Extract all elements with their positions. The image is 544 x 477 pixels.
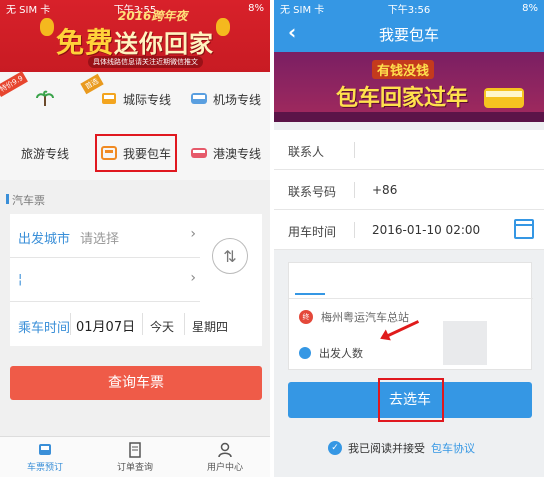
chevron-right-icon: › bbox=[190, 226, 196, 242]
highlight-box bbox=[95, 134, 177, 172]
placeholder-box bbox=[443, 321, 487, 365]
charter-banner[interactable]: 有钱没钱 包车回家过年 bbox=[274, 52, 544, 122]
promo-banner[interactable]: 无 SIM 卡 下午3:55 8% 2016跨年夜 免费送你回家 具体线路信息请… bbox=[0, 0, 270, 72]
date-value: 01月07日 bbox=[76, 320, 136, 335]
divider bbox=[354, 222, 355, 238]
right-phone-screen: 无 SIM 卡 下午3:56 8% ‹ 我要包车 有钱没钱 包车回家过年 联系人… bbox=[274, 0, 544, 477]
banner-headline: 包车回家过年 bbox=[336, 86, 469, 111]
bus-window bbox=[486, 91, 522, 97]
contact-label: 联系人 bbox=[288, 145, 325, 159]
service-label: 旅游专线 bbox=[20, 146, 69, 161]
people-label: 出发人数 bbox=[319, 347, 363, 360]
divider bbox=[142, 313, 143, 335]
service-intercity[interactable]: 城际专线 bbox=[90, 72, 180, 126]
tab-label: 车票预订 bbox=[26, 463, 63, 473]
banner-headline: 免费送你回家 bbox=[0, 21, 270, 61]
banner-note: 具体线路信息请关注近期微信推文 bbox=[88, 56, 203, 68]
tab-label: 用户中心 bbox=[206, 463, 243, 473]
tab-label: 订单查询 bbox=[116, 463, 153, 473]
service-airport[interactable]: 机场专线 bbox=[180, 72, 270, 126]
query-tickets-button[interactable]: 查询车票 bbox=[10, 366, 262, 400]
date-label: 乘车时间 bbox=[18, 321, 71, 336]
header-bar: 无 SIM 卡 下午3:56 8% ‹ 我要包车 bbox=[274, 0, 544, 52]
divider bbox=[354, 182, 355, 198]
phone-value: +86 bbox=[372, 183, 398, 197]
divider bbox=[184, 313, 185, 335]
status-time: 下午3:56 bbox=[387, 4, 431, 16]
carrier-text: 无 SIM 卡 bbox=[6, 4, 51, 16]
charter-agreement-link[interactable]: 包车协议 bbox=[431, 440, 475, 456]
page-title: 我要包车 bbox=[378, 26, 439, 44]
calendar-icon[interactable] bbox=[514, 219, 534, 239]
checkmark-icon[interactable]: ✓ bbox=[328, 441, 342, 455]
banner-headline-rest: 送你回家 bbox=[114, 30, 214, 58]
weekday-label: 星期四 bbox=[192, 320, 229, 334]
passenger-count-row[interactable]: 出发人数 bbox=[299, 345, 363, 361]
from-city-label: 出发城市 bbox=[18, 232, 71, 247]
service-hk-macau[interactable]: 港澳专线 bbox=[180, 126, 270, 180]
tab-user-center[interactable]: 用户中心 bbox=[180, 437, 270, 477]
chevron-right-icon: › bbox=[190, 270, 196, 286]
phone-row[interactable]: 联系号码 +86 bbox=[274, 170, 544, 210]
section-label: 汽车票 bbox=[12, 194, 45, 207]
divider bbox=[289, 298, 533, 299]
left-phone-screen: 无 SIM 卡 下午3:55 8% 2016跨年夜 免费送你回家 具体线路信息请… bbox=[0, 0, 270, 477]
document-icon bbox=[129, 442, 141, 458]
divider bbox=[70, 313, 71, 335]
person-icon bbox=[299, 347, 311, 359]
palm-tree-icon bbox=[36, 90, 54, 106]
charter-form: 联系人 联系号码 +86 用车时间 2016-01-10 02:00 bbox=[274, 130, 544, 250]
service-palm[interactable] bbox=[0, 72, 90, 126]
time-label: 用车时间 bbox=[288, 225, 337, 239]
service-label: 机场专线 bbox=[212, 92, 261, 107]
bus-ticket-icon bbox=[39, 444, 51, 455]
user-icon bbox=[218, 442, 232, 458]
station-name: 梅州粤运汽车总站 bbox=[321, 311, 409, 324]
phone-label: 联系号码 bbox=[288, 185, 337, 199]
agreement-row[interactable]: ✓ 我已阅读并接受 包车协议 bbox=[328, 440, 475, 456]
date-row[interactable]: 乘车时间 01月07日 今天 星期四 bbox=[10, 302, 262, 346]
ferry-bus-icon bbox=[190, 148, 207, 158]
tab-booking[interactable]: 车票预订 bbox=[0, 437, 90, 477]
swap-cities-button[interactable]: ⇅ bbox=[212, 238, 248, 274]
agreement-text: 我已阅读并接受 bbox=[348, 442, 425, 455]
from-city-placeholder: 请选择 bbox=[80, 232, 120, 247]
section-marker bbox=[6, 194, 9, 204]
ticket-form: 出发城市 请选择 › ¦ › ⇅ 乘车时间 01月07日 今天 星期四 bbox=[10, 214, 262, 346]
battery-text: 8% bbox=[248, 2, 264, 14]
today-label: 今天 bbox=[150, 320, 175, 334]
service-label: 城际专线 bbox=[122, 92, 171, 107]
bottom-tab-bar: 车票预订 订单查询 用户中心 bbox=[0, 436, 270, 477]
to-city-row[interactable]: ¦ › bbox=[10, 258, 200, 302]
input-cursor bbox=[295, 293, 325, 295]
carrier-text: 无 SIM 卡 bbox=[280, 4, 325, 16]
swap-arrows-icon: ⇅ bbox=[223, 246, 237, 266]
terminal-badge-icon: 终 bbox=[299, 310, 313, 324]
airport-bus-icon bbox=[190, 93, 207, 104]
bus-icon bbox=[101, 93, 116, 104]
contact-row[interactable]: 联系人 bbox=[274, 130, 544, 170]
banner-tagline: 有钱没钱 bbox=[372, 60, 435, 79]
service-tour[interactable]: 旅游专线 bbox=[0, 126, 90, 180]
status-bar: 无 SIM 卡 下午3:56 8% bbox=[274, 0, 544, 16]
to-city-marker: ¦ bbox=[18, 272, 23, 287]
banner-headline-prefix: 免费 bbox=[55, 26, 114, 59]
terminal-station[interactable]: 终 梅州粤运汽车总站 bbox=[299, 309, 409, 325]
tab-orders[interactable]: 订单查询 bbox=[90, 437, 180, 477]
divider bbox=[354, 142, 355, 158]
route-overlay: 终 梅州粤运汽车总站 出发人数 bbox=[288, 262, 533, 370]
battery-text: 8% bbox=[522, 2, 538, 14]
from-city-row[interactable]: 出发城市 请选择 › bbox=[10, 214, 200, 258]
highlight-box bbox=[378, 378, 444, 422]
time-value: 2016-01-10 02:00 bbox=[372, 223, 481, 237]
time-row[interactable]: 用车时间 2016-01-10 02:00 bbox=[274, 210, 544, 250]
service-label: 港澳专线 bbox=[212, 146, 261, 161]
banner-ground bbox=[274, 112, 544, 122]
